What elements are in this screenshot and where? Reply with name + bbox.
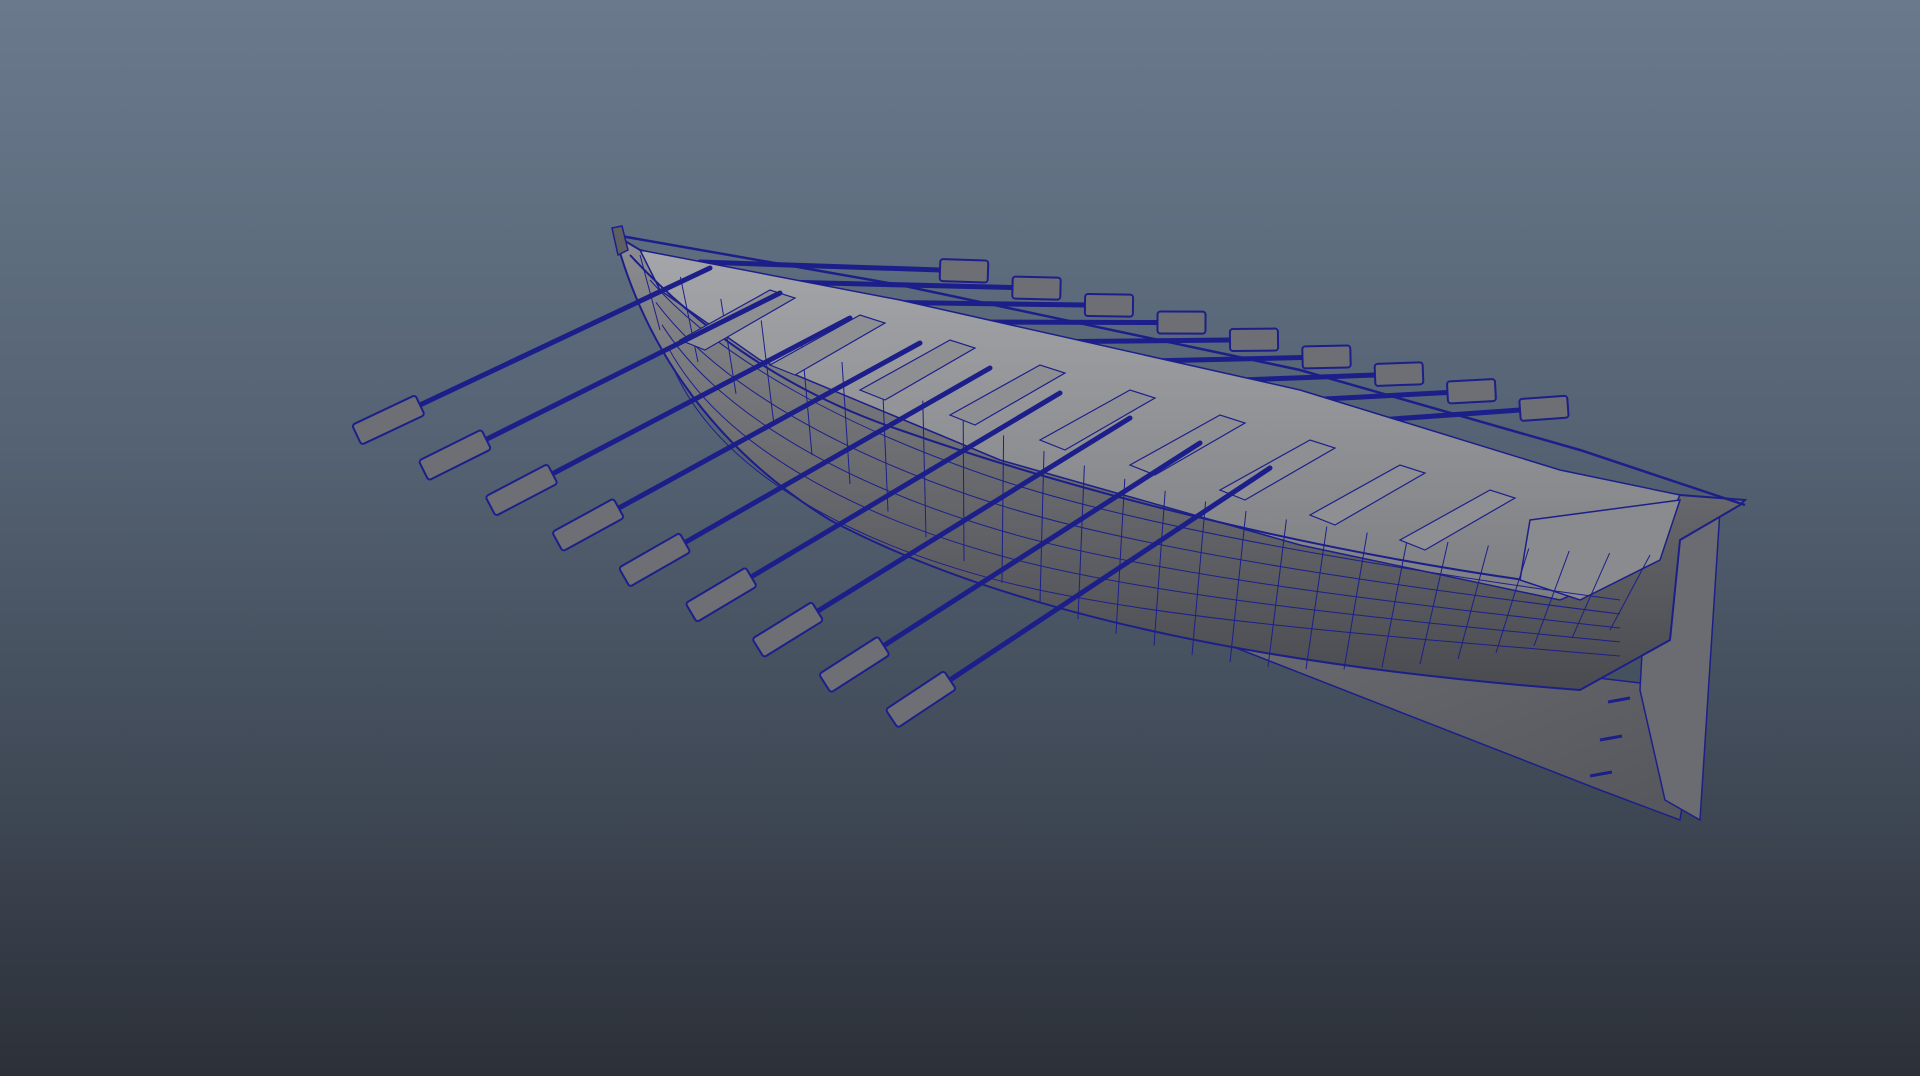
- bow-post: [611, 225, 629, 257]
- model-scene[interactable]: [0, 0, 1920, 1076]
- 3d-viewport[interactable]: [0, 0, 1920, 1076]
